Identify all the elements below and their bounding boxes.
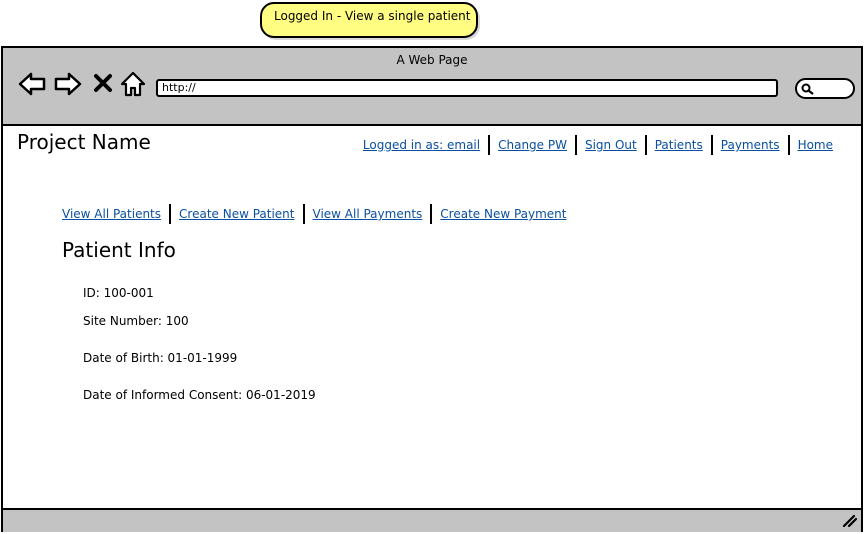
subnav-separator <box>169 204 172 224</box>
search-box[interactable] <box>795 78 855 99</box>
annotation-sticky-note: Logged In - View a single patient <box>260 2 478 38</box>
top-navigation: Logged in as: email Change PW Sign Out P… <box>363 135 833 155</box>
patient-site-number: Site Number: 100 <box>83 314 189 328</box>
nav-separator <box>644 135 647 155</box>
nav-logged-in-as[interactable]: Logged in as: email <box>363 138 480 152</box>
browser-toolbar: A Web Page http:// <box>3 48 861 126</box>
page-title: Patient Info <box>62 238 176 262</box>
patient-id: ID: 100-001 <box>83 286 154 300</box>
window-title: A Web Page <box>396 53 468 67</box>
page-content: Project Name Logged in as: email Change … <box>3 126 861 508</box>
nav-change-pw[interactable]: Change PW <box>498 138 567 152</box>
subnav-separator <box>302 204 305 224</box>
project-name: Project Name <box>17 130 151 154</box>
nav-separator <box>710 135 713 155</box>
nav-sign-out[interactable]: Sign Out <box>585 138 637 152</box>
nav-home[interactable]: Home <box>798 138 833 152</box>
note-text: Logged In - View a single patient <box>274 9 471 23</box>
close-icon[interactable] <box>93 70 113 98</box>
subnav-view-all-patients[interactable]: View All Patients <box>62 207 161 221</box>
subnav-create-new-payment[interactable]: Create New Payment <box>440 207 566 221</box>
address-bar[interactable]: http:// <box>156 79 778 97</box>
browser-window: A Web Page http:// Project Name Logged i… <box>1 46 863 532</box>
nav-separator <box>574 135 577 155</box>
resize-grip-icon[interactable] <box>841 513 857 527</box>
subnav-separator <box>430 204 433 224</box>
back-arrow-icon[interactable] <box>17 70 47 98</box>
subnav-create-new-patient[interactable]: Create New Patient <box>179 207 294 221</box>
nav-payments[interactable]: Payments <box>721 138 780 152</box>
search-icon <box>801 83 814 95</box>
url-text: http:// <box>162 81 196 94</box>
nav-separator <box>488 135 491 155</box>
patient-date-of-birth: Date of Birth: 01-01-1999 <box>83 351 238 365</box>
status-bar <box>3 508 861 532</box>
forward-arrow-icon[interactable] <box>53 70 83 98</box>
nav-separator <box>787 135 790 155</box>
patient-informed-consent-date: Date of Informed Consent: 06-01-2019 <box>83 388 316 402</box>
home-icon[interactable] <box>119 70 147 98</box>
sub-navigation: View All Patients Create New Patient Vie… <box>62 204 567 224</box>
subnav-view-all-payments[interactable]: View All Payments <box>313 207 423 221</box>
nav-patients[interactable]: Patients <box>655 138 703 152</box>
